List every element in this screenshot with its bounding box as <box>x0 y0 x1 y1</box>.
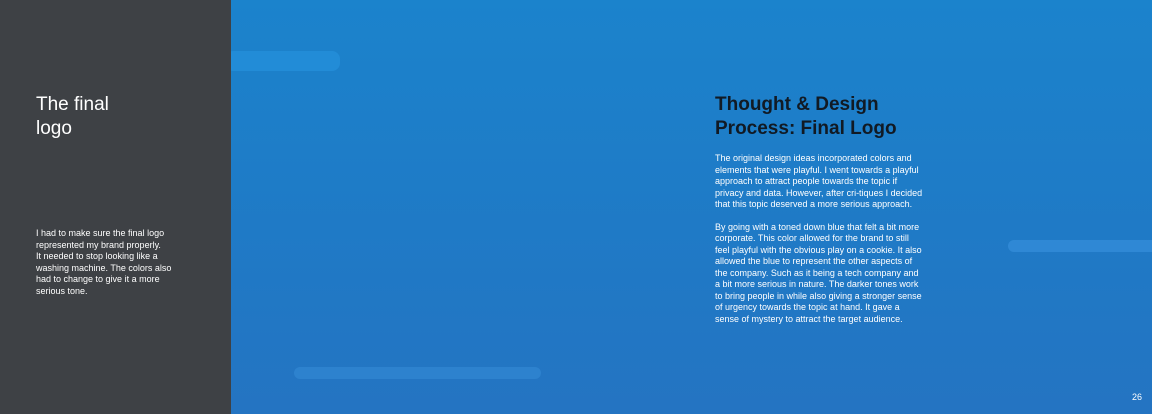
decorative-bar <box>294 367 541 379</box>
sidebar-title: The final logo <box>36 94 109 139</box>
paragraph-original-design: The original design ideas incorporated c… <box>715 153 923 209</box>
decorative-bar <box>231 51 340 71</box>
main-panel: Thought & Design Process: Final Logo The… <box>231 0 1152 414</box>
page-number: 26 <box>1131 392 1142 402</box>
paragraph-toned-down-blue: By going with a toned down blue that fel… <box>715 221 922 324</box>
sidebar-description: I had to make sure the final logo repres… <box>36 228 172 296</box>
sidebar-panel: The final logo I had to make sure the fi… <box>0 0 231 414</box>
decorative-bar <box>1008 240 1152 252</box>
page-title: Thought & Design Process: Final Logo <box>715 94 897 139</box>
content-body: The original design ideas incorporated c… <box>715 153 923 336</box>
